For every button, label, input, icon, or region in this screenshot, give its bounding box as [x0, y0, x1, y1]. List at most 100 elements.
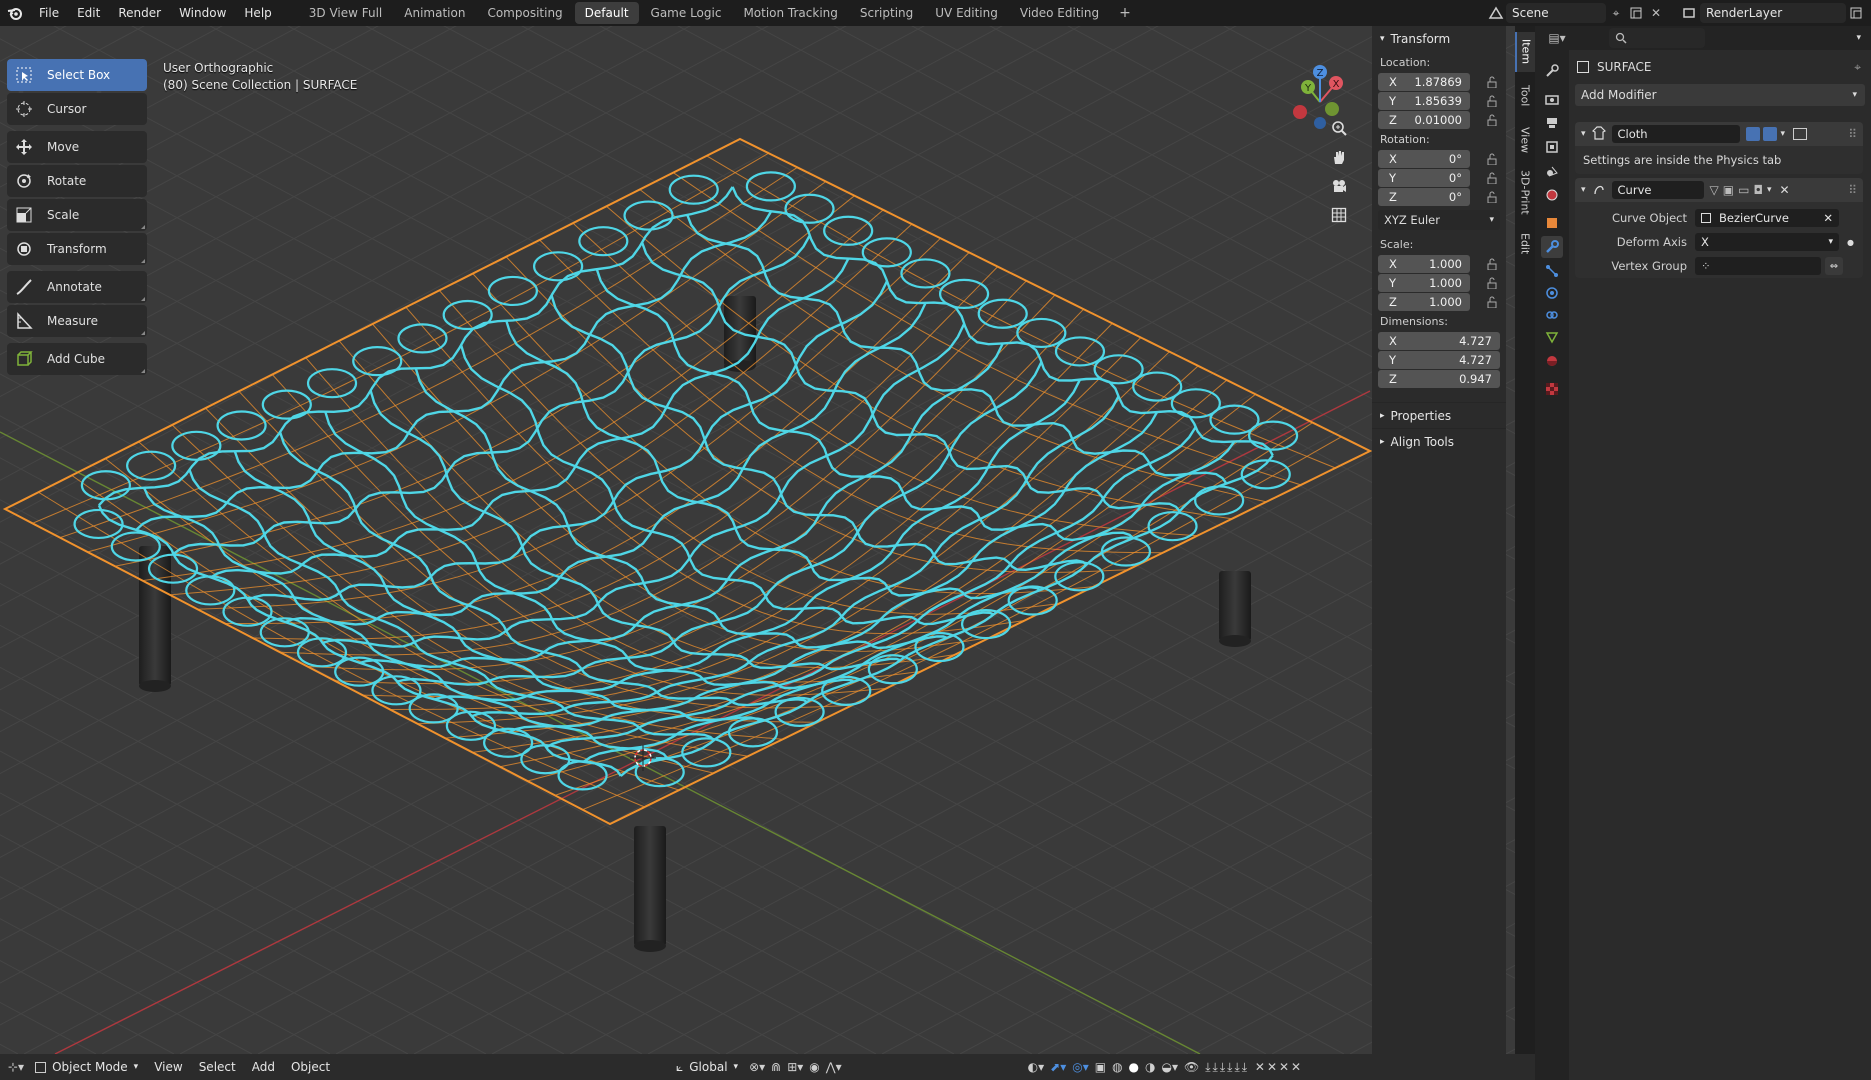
location-y-field[interactable]: Y 1.85639 — [1378, 91, 1470, 110]
solid-shading-icon[interactable]: ● — [1126, 1060, 1142, 1074]
scale-x-field[interactable]: X 1.000 — [1378, 254, 1470, 273]
tab-item[interactable]: Item — [1515, 32, 1535, 72]
scene-name-field[interactable]: Scene — [1506, 3, 1606, 23]
new-render-layer-icon[interactable] — [1846, 3, 1866, 23]
texture-tab-icon[interactable] — [1541, 378, 1563, 400]
tool-move[interactable]: Move — [7, 131, 147, 163]
properties-editor-type-icon[interactable]: ▤▾ — [1547, 28, 1567, 48]
editmode-toggle-icon[interactable] — [1745, 127, 1760, 141]
ortho-grid-icon[interactable] — [1326, 202, 1352, 228]
tab-video-editing[interactable]: Video Editing — [1010, 2, 1109, 24]
invert-icon[interactable]: ⇔ — [1825, 257, 1843, 275]
modifier-tab-icon[interactable] — [1541, 236, 1563, 258]
align-tools-panel-header[interactable]: ▸ Align Tools — [1372, 428, 1506, 454]
editmode-toggle-icon[interactable]: ▣ — [1723, 183, 1734, 197]
rendered-shading-icon[interactable]: ◒▾ — [1159, 1060, 1182, 1074]
curve-modifier-header[interactable]: ▾ Curve ▽ ▣ ▭ ◘ ▾ ✕ ⠿ — [1575, 178, 1863, 202]
deform-axis-dropdown[interactable]: X ▾ — [1695, 233, 1839, 251]
tab-default[interactable]: Default — [574, 2, 639, 24]
mode-dropdown[interactable]: Object Mode ▾ — [27, 1060, 146, 1074]
properties-panel-header[interactable]: ▸ Properties — [1372, 402, 1506, 428]
lock-icon[interactable] — [1484, 189, 1500, 205]
lock-icon[interactable] — [1484, 74, 1500, 90]
add-modifier-dropdown[interactable]: Add Modifier ▾ — [1575, 84, 1865, 106]
blender-logo-icon[interactable] — [0, 0, 30, 26]
tab-view[interactable]: View — [1515, 120, 1535, 160]
menu-view[interactable]: View — [146, 1060, 190, 1074]
view-layer-tab-icon[interactable] — [1541, 136, 1563, 158]
tool-rotate[interactable]: Rotate — [7, 165, 147, 197]
chevron-down-icon[interactable]: ▾ — [1767, 185, 1772, 195]
properties-search-input[interactable] — [1609, 28, 1705, 48]
scale-y-field[interactable]: Y 1.000 — [1378, 273, 1470, 292]
scene-tab-icon[interactable] — [1541, 160, 1563, 182]
clear-icon[interactable]: ✕ — [1823, 211, 1833, 225]
curve-object-field[interactable]: BezierCurve ✕ — [1695, 209, 1839, 227]
chevron-down-icon[interactable]: ▾ — [1581, 129, 1586, 139]
scene-icon[interactable] — [1486, 3, 1506, 23]
menu-window[interactable]: Window — [170, 0, 235, 26]
tool-cursor[interactable]: Cursor — [7, 93, 147, 125]
rotation-x-field[interactable]: X 0° — [1378, 149, 1470, 168]
drag-handle-icon[interactable]: ⠿ — [1848, 127, 1857, 141]
tool-tab-icon[interactable] — [1541, 60, 1563, 82]
rotation-mode-dropdown[interactable]: XYZ Euler ▾ — [1378, 210, 1500, 230]
tab-uv-editing[interactable]: UV Editing — [925, 2, 1008, 24]
tab-animation[interactable]: Animation — [394, 2, 475, 24]
menu-edit[interactable]: Edit — [68, 0, 109, 26]
tool-select-box[interactable]: Select Box — [7, 59, 147, 91]
delete-render-layer-icon[interactable]: ✕ — [1866, 3, 1871, 23]
lock-icon[interactable] — [1484, 256, 1500, 272]
dimensions-x-field[interactable]: X 4.727 — [1378, 331, 1500, 350]
menu-file[interactable]: File — [30, 0, 68, 26]
lock-icon[interactable] — [1484, 151, 1500, 167]
orientation-dropdown[interactable]: ⟀ Global ▾ — [668, 1060, 746, 1075]
dimensions-y-field[interactable]: Y 4.727 — [1378, 350, 1500, 369]
render-layer-field[interactable]: RenderLayer — [1700, 3, 1846, 23]
material-shading-icon[interactable]: ◑ — [1142, 1060, 1158, 1074]
tab-scripting[interactable]: Scripting — [850, 2, 923, 24]
scale-z-field[interactable]: Z 1.000 — [1378, 292, 1470, 311]
close-icon[interactable]: ✕ — [1779, 183, 1789, 197]
curve-modifier-name[interactable]: Curve — [1611, 181, 1704, 199]
pin-icon[interactable]: ⌖ — [1854, 60, 1861, 75]
menu-object[interactable]: Object — [283, 1060, 338, 1074]
chevron-down-icon[interactable]: ▾ — [1856, 33, 1861, 43]
vertex-group-field[interactable]: ⁘ — [1695, 257, 1821, 275]
pin-icon[interactable]: ⌖ — [1606, 3, 1626, 23]
render-toggle-icon[interactable] — [1762, 127, 1777, 141]
lock-icon[interactable] — [1484, 275, 1500, 291]
proportional-edit-icon[interactable]: ◉ — [806, 1060, 822, 1074]
location-z-field[interactable]: Z 0.01000 — [1378, 110, 1470, 129]
lock-icon[interactable] — [1484, 112, 1500, 128]
menu-help[interactable]: Help — [235, 0, 280, 26]
add-workspace-button[interactable]: + — [1111, 5, 1139, 21]
render-toggle-icon[interactable]: ◘ — [1753, 183, 1763, 197]
data-tab-icon[interactable] — [1541, 326, 1563, 348]
material-tab-icon[interactable] — [1541, 350, 1563, 372]
physics-tab-icon[interactable] — [1541, 282, 1563, 304]
tool-add-cube[interactable]: Add Cube — [7, 343, 147, 375]
falloff-icon[interactable]: ⋀▾ — [823, 1060, 845, 1074]
scene-canvas[interactable] — [0, 26, 1515, 1054]
snap-icon[interactable]: ⋒ — [768, 1060, 784, 1074]
restrict-toggles-icon[interactable]: ⤓⤓⤓⤓⤓⤓ ✕✕✕✕ — [1202, 1060, 1306, 1075]
rotation-y-field[interactable]: Y 0° — [1378, 168, 1470, 187]
location-x-field[interactable]: X 1.87869 — [1378, 72, 1470, 91]
snap-target-icon[interactable]: ⊞▾ — [784, 1060, 806, 1074]
drag-handle-icon[interactable]: ⠿ — [1848, 183, 1857, 197]
pan-hand-icon[interactable] — [1326, 144, 1352, 170]
object-tab-icon[interactable] — [1541, 212, 1563, 234]
delete-scene-icon[interactable]: ✕ — [1646, 3, 1666, 23]
tool-measure[interactable]: Measure — [7, 305, 147, 337]
viewport-toggle-icon[interactable]: ▭ — [1738, 183, 1749, 197]
editor-type-icon[interactable]: ⊹▾ — [0, 1060, 27, 1074]
tool-transform[interactable]: Transform — [7, 233, 147, 265]
tab-tool[interactable]: Tool — [1515, 76, 1535, 116]
chevron-down-icon[interactable]: ▾ — [1781, 129, 1786, 139]
tool-scale[interactable]: Scale — [7, 199, 147, 231]
visibility-icon[interactable]: ◐▾ — [1025, 1060, 1048, 1074]
overlays-icon[interactable]: ◎▾ — [1069, 1060, 1092, 1074]
wireframe-shading-icon[interactable]: ◍ — [1109, 1060, 1125, 1074]
lock-icon[interactable] — [1484, 170, 1500, 186]
